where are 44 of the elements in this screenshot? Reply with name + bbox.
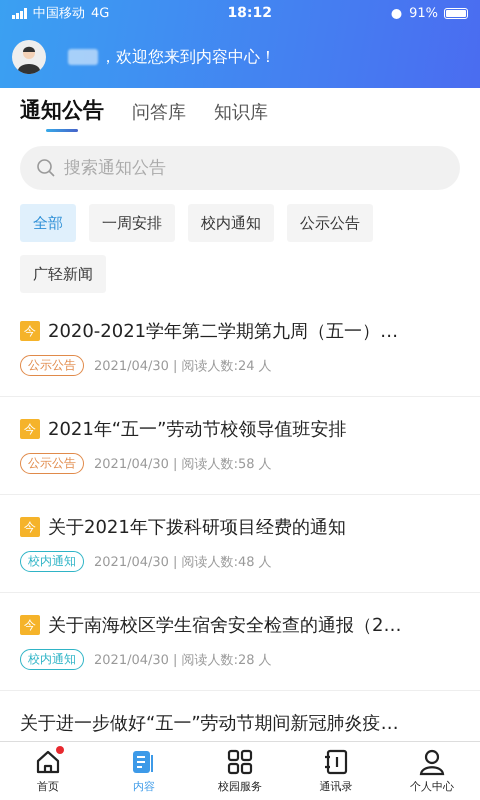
- person-icon: [418, 748, 446, 776]
- nav-tab[interactable]: 个人中心: [384, 742, 480, 800]
- tab[interactable]: 问答库: [132, 100, 186, 134]
- tab[interactable]: 通知公告: [20, 96, 104, 134]
- filter-chip[interactable]: 公示公告: [287, 204, 373, 242]
- welcome-text: ，欢迎您来到内容中心！: [100, 46, 276, 68]
- category-tag: 校内通知: [20, 551, 84, 572]
- avatar-icon: [12, 40, 46, 74]
- category-tag: 校内通知: [20, 649, 84, 670]
- battery-icon: [444, 8, 468, 18]
- search-field[interactable]: 搜索通知公告: [20, 146, 460, 190]
- notice-title[interactable]: 关于进一步做好“五一”劳动节期间新冠肺炎疫…: [20, 711, 399, 735]
- notice-title[interactable]: 2020-2021学年第二学期第九周（五一）…: [48, 319, 398, 343]
- nav-tab[interactable]: 校园服务: [192, 742, 288, 800]
- nav-tab[interactable]: 首页: [0, 742, 96, 800]
- notice-meta: 2021/04/30 | 阅读人数:24 人: [94, 358, 272, 374]
- notice-meta: 2021/04/30 | 阅读人数:28 人: [94, 652, 272, 668]
- category-tag: 公示公告: [20, 453, 84, 474]
- battery-percent: 91%: [409, 6, 438, 20]
- network-type: 4G: [91, 6, 110, 20]
- filter-chip[interactable]: 一周安排: [89, 204, 175, 242]
- today-badge: 今: [20, 419, 40, 439]
- notice-meta: 2021/04/30 | 阅读人数:58 人: [94, 456, 272, 472]
- carrier-name: 中国移动: [33, 5, 85, 22]
- today-badge: 今: [20, 615, 40, 635]
- blurred-name: [68, 49, 98, 65]
- tab[interactable]: 知识库: [214, 100, 268, 134]
- filter-chip[interactable]: 广轻新闻: [20, 255, 106, 293]
- search-icon: [36, 158, 56, 178]
- today-badge: 今: [20, 517, 40, 537]
- nav-tab[interactable]: 通讯录: [288, 742, 384, 800]
- signal-icon: [12, 8, 27, 18]
- notice-title[interactable]: 关于2021年下拨科研项目经费的通知: [48, 515, 346, 539]
- notice-title[interactable]: 关于南海校区学生宿舍安全检查的通报（2…: [48, 613, 402, 637]
- address-book-icon: [322, 748, 350, 776]
- grid-icon: [226, 748, 254, 776]
- clock-time: 18:12: [227, 5, 272, 21]
- category-tag: 公示公告: [20, 355, 84, 376]
- filter-chip[interactable]: 校内通知: [188, 204, 274, 242]
- today-badge: 今: [20, 321, 40, 341]
- home-icon: [34, 748, 62, 776]
- alarm-icon: [390, 6, 404, 20]
- notice-meta: 2021/04/30 | 阅读人数:48 人: [94, 554, 272, 570]
- notice-title[interactable]: 2021年“五一”劳动节校领导值班安排: [48, 417, 346, 441]
